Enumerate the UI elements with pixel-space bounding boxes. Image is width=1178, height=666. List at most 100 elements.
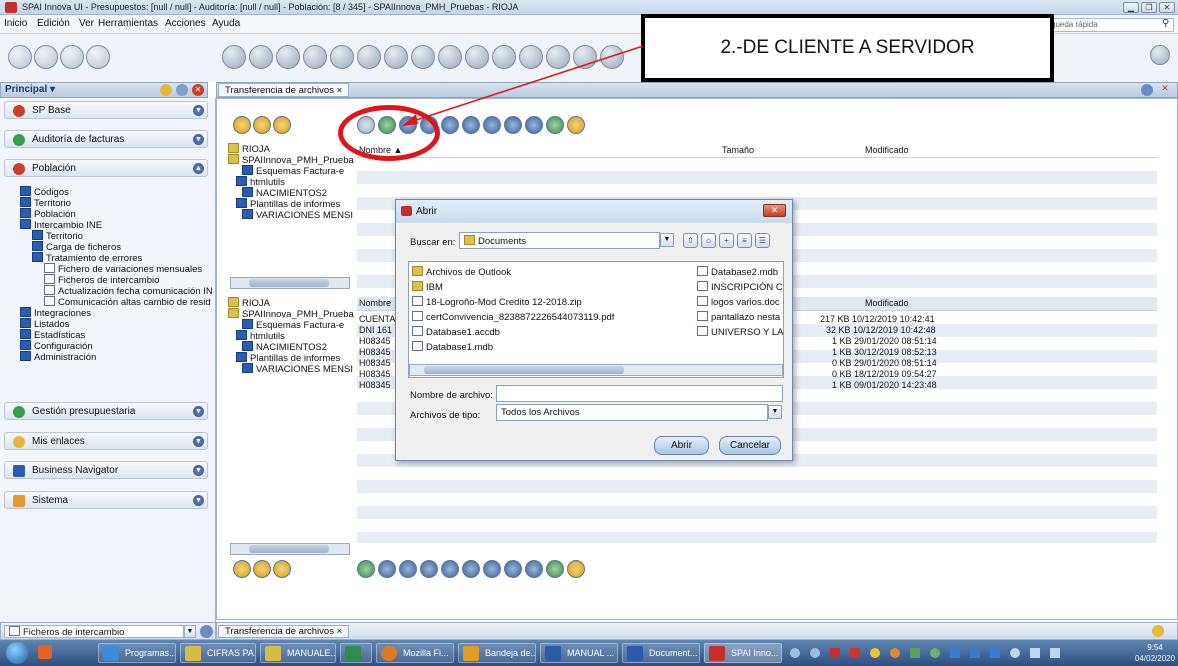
table-row[interactable]: H08345 [359,336,391,346]
menu-ayuda[interactable]: Ayuda [212,18,240,29]
file-item[interactable]: INSCRIPCIÓN C [697,281,783,293]
tray-icon[interactable] [950,648,960,658]
tray-icon[interactable] [810,648,820,658]
column-modificado[interactable]: Modificado [865,298,909,308]
panel-business-navigator[interactable]: Business Navigator ▼ [4,461,208,479]
file-item[interactable]: Archivos de Outlook [412,266,692,278]
panel-auditoria[interactable]: Auditoría de facturas ▼ [4,130,208,148]
bottom-tab-transferencia[interactable]: Transferencia de archivos × [218,625,350,638]
file-item[interactable]: Database1.accdb [412,326,692,338]
tray-icon[interactable] [870,648,880,658]
search-icon[interactable]: ⚲ [1162,18,1176,32]
taskbar-item[interactable]: Bandeja de... [458,643,536,663]
chevron-down-icon[interactable]: ▼ [193,465,204,476]
restore-button[interactable]: ❐ [1141,2,1157,13]
edit-icon[interactable] [276,45,300,69]
home-icon[interactable]: ⌂ [701,233,716,248]
network-icon[interactable] [1030,648,1040,658]
rename-icon[interactable] [441,560,459,578]
folder-up-icon[interactable] [233,560,251,578]
chevron-down-icon[interactable]: ▼ [768,405,782,419]
start-button[interactable] [6,642,28,664]
info-icon[interactable] [525,560,543,578]
folder-up-icon[interactable] [233,116,251,134]
tree-row-variaciones[interactable]: VARIACIONES MENSI [242,209,353,221]
tray-icon[interactable] [790,648,800,658]
star-icon[interactable] [160,84,172,96]
open-folder-icon[interactable] [273,116,291,134]
pin-icon[interactable] [176,84,188,96]
cancel-button[interactable]: Cancelar [719,436,781,455]
tray-icon[interactable] [890,648,900,658]
tray-icon[interactable] [1010,648,1020,658]
table-row[interactable]: H08345 [359,358,391,368]
properties-icon[interactable] [504,560,522,578]
look-in-select[interactable]: Documents [459,232,660,249]
print-icon[interactable] [330,45,354,69]
filetype-select[interactable]: Todos los Archivos [496,404,768,421]
taskbar-item[interactable]: Programas... [98,643,176,663]
options-icon[interactable] [567,560,585,578]
chevron-down-icon[interactable]: ▼ [193,134,204,145]
file-item[interactable]: certConvivencia_8238872226544073119.pdf [412,311,692,323]
tray-icon[interactable] [910,648,920,658]
table-row[interactable]: DNI 161 [359,325,392,335]
up-folder-icon[interactable]: ⇧ [683,233,698,248]
tab-transferencia[interactable]: Transferencia de archivos × [218,83,350,97]
chevron-down-icon[interactable]: ▼ [193,495,204,506]
column-tamano[interactable]: Tamaño [722,145,754,155]
view-select[interactable]: Ficheros de intercambio [4,625,184,638]
new-folder-icon[interactable] [253,116,271,134]
chevron-up-icon[interactable]: ▲ [193,163,204,174]
download-to-client-icon[interactable] [357,560,375,578]
menu-inicio[interactable]: Inicio [4,18,27,29]
favorites-icon[interactable] [86,45,110,69]
table-row[interactable]: H08345 [359,369,391,379]
taskbar-item[interactable] [340,643,372,663]
table-row[interactable]: H08345 [359,380,391,390]
table-row[interactable]: H08345 [359,347,391,357]
new-folder-icon[interactable]: + [719,233,734,248]
client-tree-scrollbar[interactable] [230,277,350,289]
list-view-icon[interactable]: ≡ [737,233,752,248]
tray-icon[interactable] [990,648,1000,658]
chevron-down-icon[interactable]: ▼ [184,625,196,638]
quick-search-input[interactable]: queda rápida [1046,18,1174,32]
media-player-icon[interactable] [38,645,52,659]
panel-poblacion[interactable]: Población ▲ [4,159,208,177]
taskbar-item[interactable]: Mozilla Fi... [376,643,454,663]
close-icon[interactable]: ✕ [192,84,204,96]
home-icon[interactable] [8,45,32,69]
details-view-icon[interactable]: ☰ [755,233,770,248]
server-tree-scrollbar[interactable] [230,543,350,555]
column-modificado[interactable]: Modificado [865,145,909,155]
sync-icon[interactable] [546,560,564,578]
new-icon[interactable] [222,45,246,69]
settings-icon[interactable] [1150,45,1170,65]
tray-icon[interactable] [970,648,980,658]
copy-file-icon[interactable] [399,560,417,578]
panel-sp-base[interactable]: SP Base ▼ [4,101,208,119]
tray-icon[interactable] [850,648,860,658]
tray-icon[interactable] [830,648,840,658]
clock[interactable]: 9:54 04/02/2020 [1135,642,1175,664]
taskbar-item[interactable]: MANUALE... [260,643,336,663]
panel-sistema[interactable]: Sistema ▼ [4,491,208,509]
close-window-button[interactable]: ✕ [1159,2,1175,13]
chevron-down-icon[interactable]: ▼ [193,436,204,447]
file-item[interactable]: IBM [412,281,692,293]
filename-input[interactable] [496,385,783,402]
taskbar-item[interactable]: Document... [622,643,700,663]
back-icon[interactable] [34,45,58,69]
star-icon[interactable] [1152,625,1164,637]
dialog-close-button[interactable]: ✕ [763,204,786,217]
delete-icon[interactable] [303,45,327,69]
go-icon[interactable] [200,625,213,638]
chevron-down-icon[interactable]: ▼ [660,233,674,247]
delete-file-icon[interactable] [483,560,501,578]
tray-icon[interactable] [930,648,940,658]
open-folder-icon[interactable] [273,560,291,578]
close-panel-icon[interactable]: ✕ [1158,83,1172,96]
chevron-down-icon[interactable]: ▼ [193,406,204,417]
tree-row-variaciones[interactable]: VARIACIONES MENSI [242,363,353,375]
